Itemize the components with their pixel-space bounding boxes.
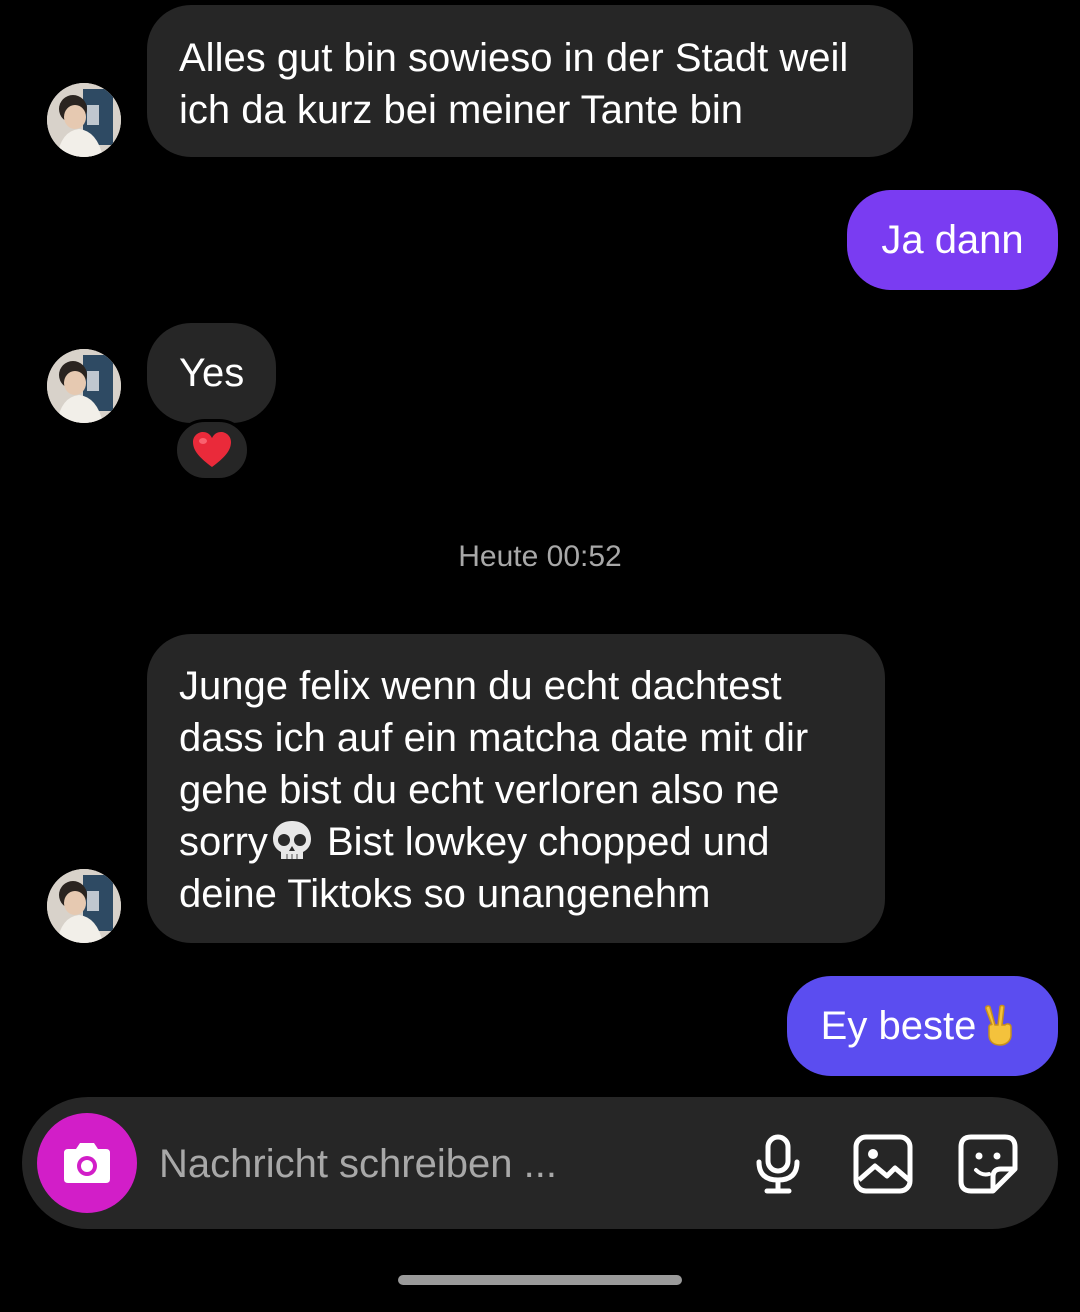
sticker-button[interactable] [957,1133,1019,1195]
victory-hand-emoji [985,1004,1013,1046]
contact-avatar[interactable] [47,869,121,943]
reaction-badge[interactable] [174,419,250,481]
camera-icon [64,1143,110,1183]
message-bubble-incoming[interactable]: Yes [147,323,276,423]
home-indicator[interactable] [398,1275,682,1285]
gallery-icon [853,1134,913,1194]
red-heart-emoji [193,432,231,467]
camera-button[interactable] [37,1113,137,1213]
message-bubble-incoming[interactable]: Alles gut bin sowieso in der Stadt weil … [147,5,913,157]
chat-screen: Alles gut bin sowieso in der Stadt weil … [0,0,1080,1312]
microphone-button[interactable] [747,1133,809,1195]
message-text: Ey beste [820,1004,977,1048]
message-bubble-outgoing[interactable]: Ja dann [847,190,1058,290]
message-bubble-outgoing[interactable]: Ey beste [787,976,1058,1076]
gallery-button[interactable] [852,1133,914,1195]
contact-avatar[interactable] [47,349,121,423]
sticker-icon [958,1134,1018,1194]
message-input[interactable] [159,1139,719,1189]
skull-emoji [272,821,311,859]
message-bubble-incoming[interactable]: Junge felix wenn du echt dachtest dass i… [147,634,885,943]
microphone-icon [756,1134,800,1194]
contact-avatar[interactable] [47,83,121,157]
message-composer [22,1097,1058,1229]
timestamp-divider: Heute 00:52 [458,540,622,573]
